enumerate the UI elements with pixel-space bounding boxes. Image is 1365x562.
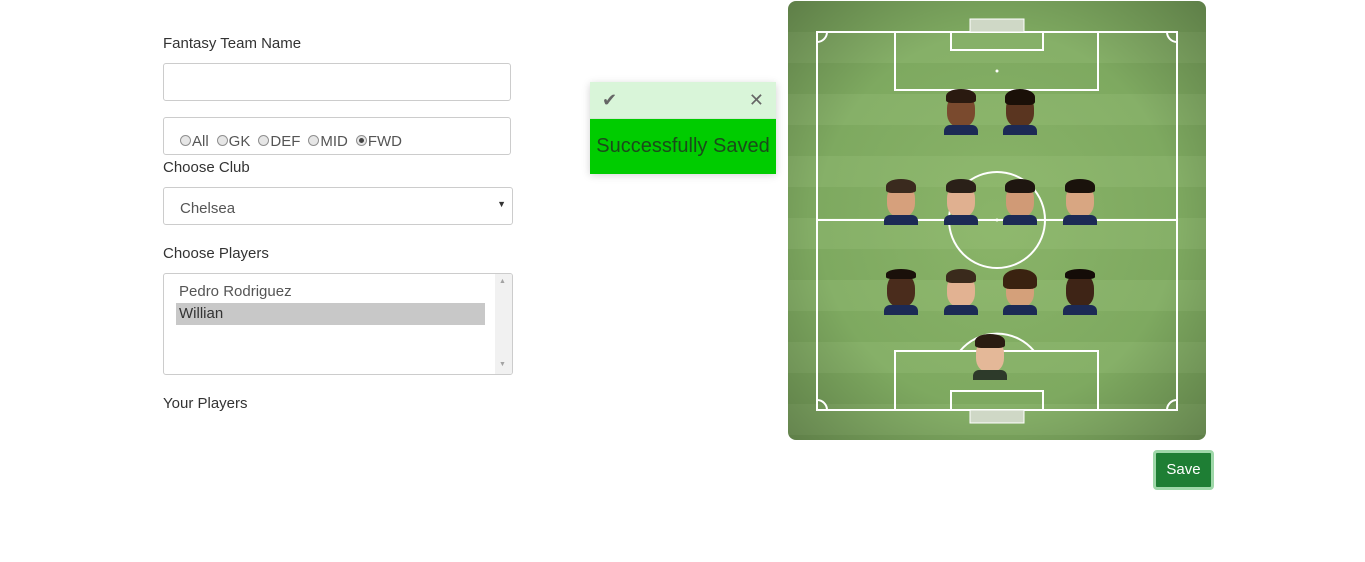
player-avatar[interactable] (1061, 177, 1099, 225)
player-avatar[interactable] (1001, 87, 1039, 135)
toast-header: ✔ ✕ (590, 82, 776, 119)
radio-button[interactable] (308, 135, 320, 146)
player-avatar[interactable] (942, 267, 980, 315)
player-avatar[interactable] (1001, 267, 1039, 315)
your-players-label: Your Players (163, 395, 248, 412)
radio-button[interactable] (180, 135, 191, 146)
team-name-input[interactable] (163, 63, 511, 101)
close-icon[interactable]: ✕ (749, 90, 764, 111)
club-select-value: Chelsea (180, 200, 236, 217)
scroll-down-arrow-icon[interactable]: ▼ (499, 361, 506, 368)
list-item[interactable]: Pedro Rodriguez (176, 281, 485, 303)
club-label: Choose Club (163, 159, 250, 176)
position-filter: All GK DEF MID FWD (180, 133, 402, 150)
radio-button-checked[interactable] (355, 135, 367, 146)
check-icon: ✔ (602, 90, 618, 110)
player-avatar-goalkeeper[interactable] (971, 332, 1009, 380)
position-option-all[interactable]: All (180, 133, 209, 150)
position-option-def[interactable]: DEF (258, 133, 300, 150)
player-avatar[interactable] (1001, 177, 1039, 225)
radio-button[interactable] (258, 135, 270, 146)
club-select[interactable]: Chelsea ▼ (163, 187, 513, 225)
list-item-selected[interactable]: Willian (176, 303, 485, 325)
radio-button[interactable] (216, 135, 228, 146)
player-avatar[interactable] (942, 177, 980, 225)
toast-message: Successfully Saved (590, 119, 776, 174)
football-pitch (788, 1, 1206, 440)
players-listbox[interactable]: Pedro Rodriguez Willian ▲ ▼ (163, 273, 513, 375)
position-option-gk[interactable]: GK (216, 133, 250, 150)
player-avatar[interactable] (882, 267, 920, 315)
dropdown-arrow-icon: ▼ (497, 199, 506, 209)
player-avatar[interactable] (882, 177, 920, 225)
position-option-fwd[interactable]: FWD (355, 133, 402, 150)
save-button[interactable]: Save (1153, 450, 1214, 490)
success-toast: ✔ ✕ Successfully Saved (590, 82, 776, 174)
players-label: Choose Players (163, 245, 269, 262)
position-option-mid[interactable]: MID (308, 133, 348, 150)
listbox-scrollbar[interactable]: ▲ ▼ (495, 274, 512, 374)
team-name-label: Fantasy Team Name (163, 35, 302, 52)
scroll-up-arrow-icon[interactable]: ▲ (499, 278, 506, 285)
player-avatar[interactable] (1061, 267, 1099, 315)
player-avatar[interactable] (942, 87, 980, 135)
